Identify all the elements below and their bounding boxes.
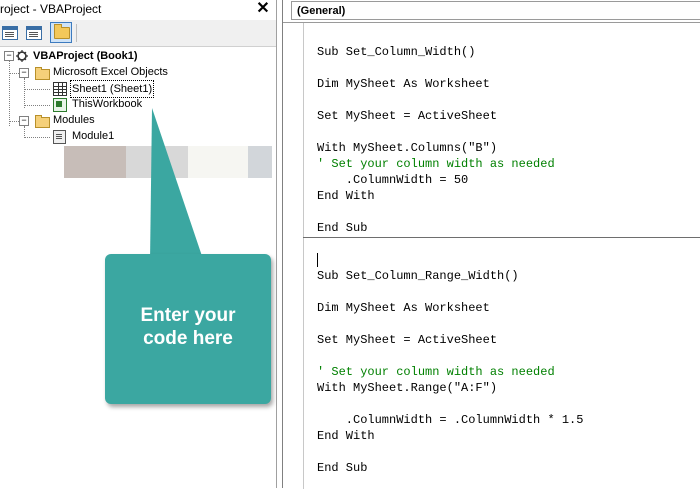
code-comment[interactable]: ' Set your column width as needed: [317, 157, 555, 171]
code-line[interactable]: End Sub: [317, 461, 367, 475]
tree-connector: [9, 73, 19, 74]
toolbar-separator: [76, 24, 77, 42]
tree-node-excel-objects[interactable]: Microsoft Excel Objects: [53, 64, 168, 80]
code-line[interactable]: Dim MySheet As Worksheet: [317, 77, 490, 91]
module-icon: [53, 130, 66, 144]
toggle-folders-button[interactable]: [50, 22, 72, 43]
view-object-button[interactable]: [24, 23, 44, 42]
code-line[interactable]: Sub Set_Column_Width(): [317, 45, 475, 59]
code-editor[interactable]: Sub Set_Column_Width() Dim MySheet As Wo…: [283, 22, 700, 489]
folder-icon: [54, 24, 70, 39]
code-line[interactable]: End With: [317, 189, 375, 203]
object-dropdown[interactable]: (General): [291, 1, 700, 20]
callout-line-2: code here: [143, 328, 233, 349]
project-explorer-toolbar: [0, 20, 276, 47]
code-line[interactable]: Sub Set_Column_Range_Width(): [317, 269, 519, 283]
expand-project-toggle[interactable]: −: [4, 51, 14, 61]
code-line[interactable]: Set MySheet = ActiveSheet: [317, 109, 497, 123]
expand-excel-objects-toggle[interactable]: −: [19, 68, 29, 78]
callout-text: Enter your code here: [105, 304, 271, 350]
tree-connector: [9, 60, 10, 126]
code-line[interactable]: End With: [317, 429, 375, 443]
tree-connector: [24, 89, 50, 90]
view-code-button[interactable]: [0, 23, 20, 42]
margin-indicator-bar[interactable]: [283, 23, 304, 489]
project-explorer-title: roject - VBAProject: [0, 2, 102, 16]
tree-connector: [24, 78, 25, 108]
project-explorer-titlebar: roject - VBAProject ✕: [0, 0, 276, 20]
folder-icon: [35, 115, 50, 128]
code-line[interactable]: With MySheet.Range("A:F"): [317, 381, 497, 395]
code-line[interactable]: .ColumnWidth = .ColumnWidth * 1.5: [317, 413, 584, 427]
code-line[interactable]: Dim MySheet As Worksheet: [317, 301, 490, 315]
code-line[interactable]: .ColumnWidth = 50: [317, 173, 468, 187]
tree-node-thisworkbook[interactable]: ThisWorkbook: [72, 96, 142, 112]
code-line[interactable]: Set MySheet = ActiveSheet: [317, 333, 497, 347]
tree-connector: [9, 121, 19, 122]
code-line[interactable]: End Sub: [317, 221, 367, 235]
text-caret: [317, 253, 318, 267]
worksheet-icon: [53, 82, 67, 96]
project-explorer-pane: roject - VBAProject ✕ − VBAProject (Book…: [0, 0, 277, 488]
expand-modules-toggle[interactable]: −: [19, 116, 29, 126]
tree-node-vbaproject[interactable]: VBAProject (Book1): [33, 48, 138, 64]
folder-icon: [35, 67, 50, 80]
callout-line-1: Enter your: [140, 305, 236, 326]
procedure-separator: [303, 237, 700, 238]
code-line[interactable]: With MySheet.Columns("B"): [317, 141, 497, 155]
vbaproject-icon: [16, 50, 28, 62]
tree-node-module1[interactable]: Module1: [72, 128, 114, 144]
code-window: (General) Sub Set_Column_Width() Dim MyS…: [282, 0, 700, 489]
window-icon: [2, 26, 18, 40]
tree-connector: [24, 137, 50, 138]
callout-box: Enter your code here: [105, 254, 271, 404]
workbook-icon: [53, 98, 67, 112]
blurred-region: [64, 146, 272, 178]
close-icon[interactable]: ✕: [254, 0, 272, 18]
tree-connector: [24, 105, 50, 106]
tree-node-modules[interactable]: Modules: [53, 112, 95, 128]
code-comment[interactable]: ' Set your column width as needed: [317, 365, 555, 379]
window-icon: [26, 26, 42, 40]
